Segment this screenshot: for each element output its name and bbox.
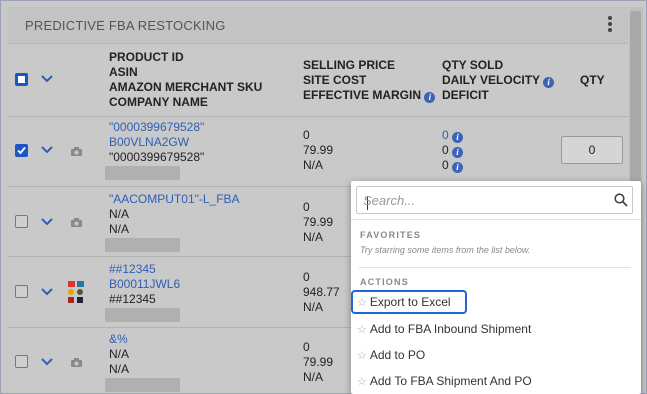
margin-info-icon[interactable]: i xyxy=(424,92,436,103)
effective-margin: N/A xyxy=(303,158,324,172)
deficit-value: 0 xyxy=(442,158,449,172)
actions-title: ACTIONS xyxy=(360,277,409,287)
daily-velocity-value: 0 xyxy=(442,143,449,157)
velocity-row-info-icon[interactable]: i xyxy=(452,147,464,158)
camera-icon xyxy=(71,358,82,367)
company-name-redacted xyxy=(105,378,180,392)
merchant-sku: N/A xyxy=(109,222,130,236)
asin: N/A xyxy=(109,347,130,361)
qty-sold-value[interactable]: 0 xyxy=(442,128,449,142)
asin: N/A xyxy=(109,207,130,221)
search-box[interactable] xyxy=(356,186,633,214)
product-id-link[interactable]: "0000399679528" xyxy=(109,120,204,135)
velocity-info-icon[interactable]: i xyxy=(543,77,555,88)
search-icon[interactable] xyxy=(614,193,628,207)
selling-price: 0 xyxy=(303,200,310,214)
merchant-sku: N/A xyxy=(109,362,130,376)
company-name-redacted xyxy=(105,308,180,322)
panel-title: PREDICTIVE FBA RESTOCKING xyxy=(25,18,226,33)
header-daily-velocity: DAILY VELOCITY xyxy=(442,73,540,87)
product-info: &% N/A N/A xyxy=(109,332,129,377)
selling-price: 0 xyxy=(303,128,310,142)
asin-link[interactable]: B00VLNA2GW xyxy=(109,135,204,150)
selling-price: 0 xyxy=(303,270,310,284)
qty-input[interactable]: 0 xyxy=(561,136,623,164)
price-info: 0 79.99 N/A xyxy=(303,340,333,385)
menu-item-label: Add to PO xyxy=(369,348,426,362)
menu-item-add-to-fba-shipment-and-po[interactable]: ☆ Add To FBA Shipment And PO xyxy=(357,370,532,392)
export-highlight-box xyxy=(351,290,467,314)
row-checkbox[interactable] xyxy=(15,285,28,298)
selling-price: 0 xyxy=(303,340,310,354)
divider xyxy=(359,267,631,268)
expand-all-chevron-icon[interactable] xyxy=(41,75,53,83)
product-thumbnail-image xyxy=(68,281,84,303)
favorites-title: FAVORITES xyxy=(360,230,422,240)
site-cost: 79.99 xyxy=(303,355,334,369)
search-input[interactable] xyxy=(363,191,603,209)
product-id-link[interactable]: "AACOMPUT01"-L_FBA xyxy=(109,192,240,207)
expand-row-chevron-icon[interactable] xyxy=(41,358,53,366)
star-icon[interactable]: ☆ xyxy=(357,350,367,362)
qty-sold-info: 0 i 0 i 0 i xyxy=(442,128,464,173)
product-info: "AACOMPUT01"-L_FBA N/A N/A xyxy=(109,192,240,237)
deficit-info-icon[interactable]: i xyxy=(452,162,464,173)
header-selling-price: SELLING PRICE xyxy=(303,58,396,72)
company-name-redacted xyxy=(105,238,180,252)
effective-margin: N/A xyxy=(303,370,324,384)
expand-row-chevron-icon[interactable] xyxy=(41,288,53,296)
row-checkbox[interactable] xyxy=(15,215,28,228)
row-checkbox[interactable] xyxy=(15,144,28,157)
menu-item-add-to-po[interactable]: ☆ Add to PO xyxy=(357,344,425,366)
header-price-column: SELLING PRICE SITE COST EFFECTIVE MARGIN… xyxy=(303,58,436,103)
site-cost: 79.99 xyxy=(303,143,334,157)
header-product-id: PRODUCT ID xyxy=(109,50,184,64)
asin-link[interactable]: B00011JWL6 xyxy=(109,277,180,292)
star-icon[interactable]: ☆ xyxy=(357,324,367,336)
menu-item-label: Add to FBA Inbound Shipment xyxy=(369,322,532,336)
effective-margin: N/A xyxy=(303,300,324,314)
header-asin: ASIN xyxy=(109,65,138,79)
header-company-name: COMPANY NAME xyxy=(109,95,208,109)
price-info: 0 79.99 N/A xyxy=(303,128,333,173)
table-row: "0000399679528" B00VLNA2GW "000039967952… xyxy=(8,117,628,187)
camera-icon xyxy=(71,218,82,227)
merchant-sku: "0000399679528" xyxy=(109,150,205,164)
actions-dropdown: FAVORITES Try starring some items from t… xyxy=(351,181,641,394)
product-info: "0000399679528" B00VLNA2GW "000039967952… xyxy=(109,120,204,165)
header-qty-sold-column: QTY SOLD DAILY VELOCITY i DEFICIT xyxy=(442,58,555,103)
product-id-link[interactable]: &% xyxy=(109,332,129,347)
table-header: PRODUCT ID ASIN AMAZON MERCHANT SKU COMP… xyxy=(8,44,628,117)
menu-item-add-to-fba-inbound-shipment[interactable]: ☆ Add to FBA Inbound Shipment xyxy=(357,318,531,340)
camera-icon xyxy=(71,147,82,156)
price-info: 0 948.77 N/A xyxy=(303,270,340,315)
row-checkbox[interactable] xyxy=(15,355,28,368)
favorites-hint: Try starring some items from the list be… xyxy=(360,245,531,255)
menu-item-label: Add To FBA Shipment And PO xyxy=(369,374,532,388)
select-all-checkbox[interactable] xyxy=(15,73,28,86)
header-site-cost: SITE COST xyxy=(303,73,367,87)
star-icon[interactable]: ☆ xyxy=(357,376,367,388)
site-cost: 948.77 xyxy=(303,285,340,299)
qty-sold-info-icon[interactable]: i xyxy=(452,132,464,143)
header-qty: QTY xyxy=(580,73,605,87)
header-product-column: PRODUCT ID ASIN AMAZON MERCHANT SKU COMP… xyxy=(109,50,262,110)
effective-margin: N/A xyxy=(303,230,324,244)
product-info: ##12345 B00011JWL6 ##12345 xyxy=(109,262,180,307)
more-options-icon[interactable] xyxy=(606,16,614,34)
site-cost: 79.99 xyxy=(303,215,334,229)
expand-row-chevron-icon[interactable] xyxy=(41,218,53,226)
divider xyxy=(351,219,641,220)
header-qty-sold: QTY SOLD xyxy=(442,58,504,72)
price-info: 0 79.99 N/A xyxy=(303,200,333,245)
product-id-link[interactable]: ##12345 xyxy=(109,262,180,277)
merchant-sku: ##12345 xyxy=(109,292,156,306)
header-merchant-sku: AMAZON MERCHANT SKU xyxy=(109,80,263,94)
panel-header: PREDICTIVE FBA RESTOCKING xyxy=(8,7,628,44)
expand-row-chevron-icon[interactable] xyxy=(41,146,53,154)
header-effective-margin: EFFECTIVE MARGIN xyxy=(303,88,422,102)
company-name-redacted xyxy=(105,166,180,180)
header-deficit: DEFICIT xyxy=(442,88,489,102)
